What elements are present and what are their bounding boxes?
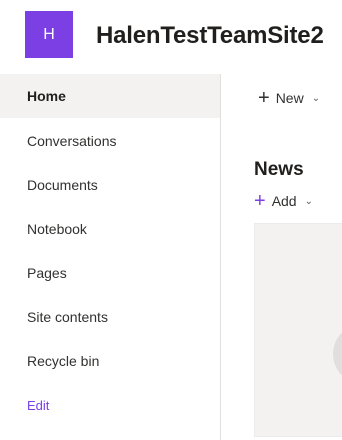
new-button[interactable]: + New ⌄ — [258, 86, 320, 110]
new-button-label: New — [275, 90, 304, 106]
site-logo[interactable]: H — [25, 11, 73, 58]
chevron-down-icon: ⌄ — [304, 195, 313, 207]
add-news-button[interactable]: + Add ⌄ — [254, 191, 313, 211]
plus-icon: + — [258, 87, 270, 109]
site-title[interactable]: HalenTestTeamSite2 — [96, 22, 324, 50]
sharepoint-site-page: H HalenTestTeamSite2 Home Conversations … — [0, 0, 342, 440]
site-logo-initial: H — [43, 25, 55, 43]
site-header: H HalenTestTeamSite2 — [0, 0, 342, 73]
nav-item-label: Recycle bin — [27, 353, 100, 369]
nav-item-site-contents[interactable]: Site contents — [0, 295, 220, 339]
nav-item-home[interactable]: Home — [0, 74, 220, 118]
nav-item-pages[interactable]: Pages — [0, 251, 220, 295]
nav-item-documents[interactable]: Documents — [0, 163, 220, 207]
nav-item-recycle-bin[interactable]: Recycle bin — [0, 339, 220, 383]
news-card-image-placeholder — [333, 324, 342, 384]
chevron-down-icon: ⌄ — [311, 92, 321, 104]
nav-edit-label: Edit — [27, 397, 50, 413]
nav-item-label: Site contents — [27, 309, 108, 325]
nav-item-label: Home — [27, 88, 66, 104]
nav-item-conversations[interactable]: Conversations — [0, 119, 220, 163]
add-news-label: Add — [271, 193, 297, 209]
plus-icon: + — [254, 190, 266, 212]
nav-item-label: Documents — [27, 177, 98, 193]
nav-item-label: Conversations — [27, 133, 117, 149]
nav-item-label: Pages — [27, 265, 67, 281]
nav-item-label: Notebook — [27, 221, 87, 237]
news-section-title: News — [254, 159, 304, 180]
news-card-placeholder[interactable] — [254, 223, 342, 437]
left-navigation: Home Conversations Documents Notebook Pa… — [0, 74, 221, 440]
nav-item-notebook[interactable]: Notebook — [0, 207, 220, 251]
nav-edit-link[interactable]: Edit — [0, 383, 220, 427]
